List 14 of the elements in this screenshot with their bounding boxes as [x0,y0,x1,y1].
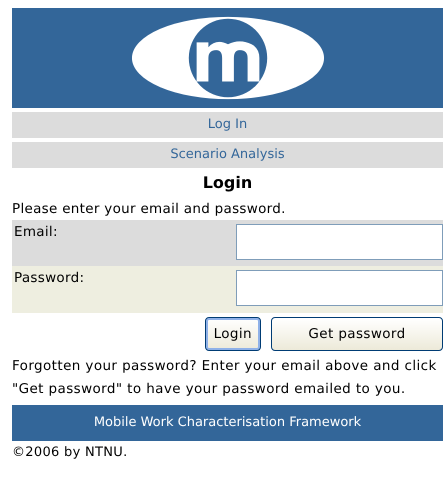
nav-link[interactable]: Log In [12,112,443,138]
copyright-text: ©2006 by NTNU. [12,445,129,460]
input-field[interactable] [236,270,443,306]
page-title: Login [202,172,254,194]
field-label: Password: [13,269,86,288]
nav-link[interactable]: Scenario Analysis [12,142,443,168]
footer-bar: Mobile Work Characterisation Framework [12,405,443,441]
input-field[interactable] [236,224,443,260]
form-button[interactable]: Login [204,317,261,351]
instruction-text: Please enter your email and password. [12,200,287,219]
form-button[interactable]: Get password [271,317,443,351]
help-text: Forgotten your password? Enter your email above and click "Get password" to have your password emailed to you. [12,357,437,399]
logo-icon [130,14,326,102]
field-label: Email: [13,223,59,242]
